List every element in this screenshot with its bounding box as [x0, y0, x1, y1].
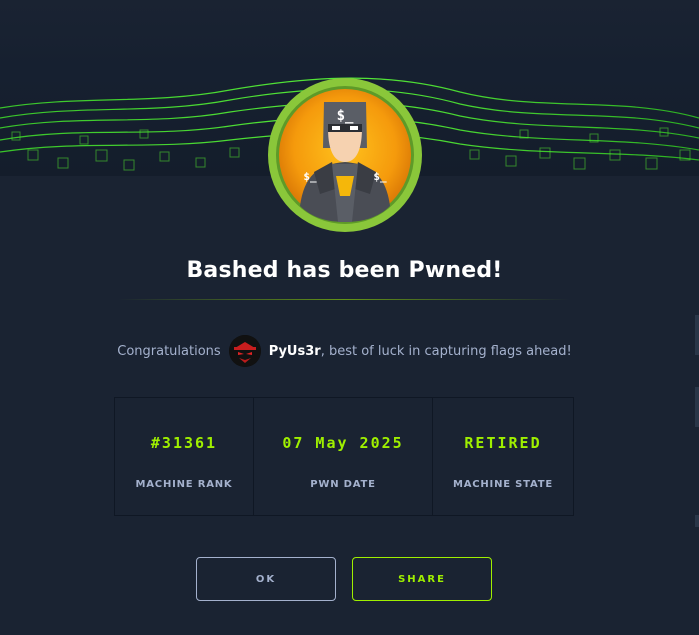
machine-state-label: MACHINE STATE — [452, 479, 554, 490]
machine-rank-value: #31361 — [150, 434, 218, 452]
congrats-suffix: , best of luck in capturing flags ahead! — [320, 343, 572, 359]
congratulations-message: Congratulations PyUs3r , best of luck in… — [0, 333, 689, 369]
machine-rank-label: MACHINE RANK — [135, 479, 233, 490]
stat-machine-rank: #31361 MACHINE RANK — [115, 398, 254, 515]
machine-avatar-icon: $_ $_ $_ — [266, 76, 424, 234]
svg-text:$_: $_ — [373, 170, 387, 183]
stat-machine-state: RETIRED MACHINE STATE — [433, 398, 573, 515]
username-link[interactable]: PyUs3r — [269, 344, 321, 359]
user-avatar-icon[interactable] — [228, 335, 261, 367]
ok-button[interactable]: OK — [196, 557, 336, 601]
page-scrollbar[interactable] — [695, 315, 699, 530]
share-button[interactable]: SHARE — [352, 557, 492, 601]
pwn-date-value: 07 May 2025 — [282, 434, 404, 452]
pwn-stats-panel: #31361 MACHINE RANK 07 May 2025 PWN DATE… — [114, 397, 574, 516]
stat-pwn-date: 07 May 2025 PWN DATE — [254, 398, 433, 515]
title-divider — [118, 299, 570, 300]
pwn-date-label: PWN DATE — [310, 479, 376, 490]
congrats-prefix: Congratulations — [117, 343, 221, 359]
svg-text:$_: $_ — [337, 108, 354, 124]
pwned-title: Bashed has been Pwned! — [186, 258, 503, 283]
svg-text:$_: $_ — [303, 170, 317, 183]
machine-state-value: RETIRED — [464, 434, 542, 452]
